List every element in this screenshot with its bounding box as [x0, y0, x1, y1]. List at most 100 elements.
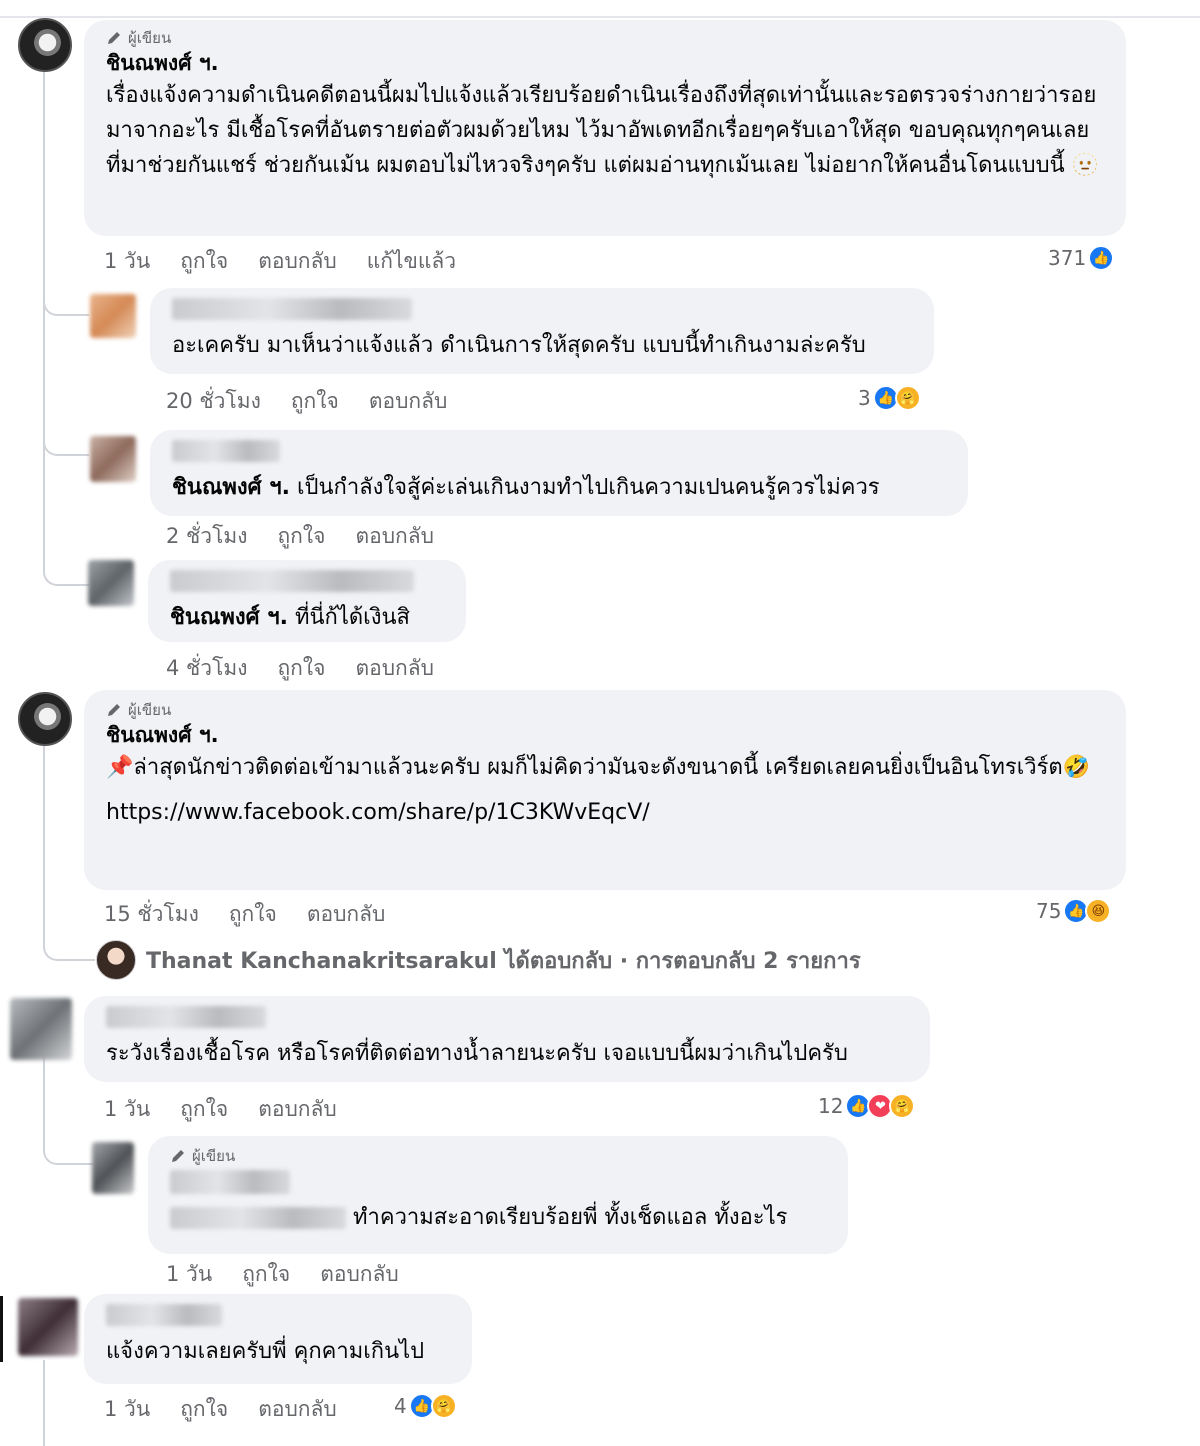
like-button[interactable]: ถูกใจ	[229, 898, 277, 931]
comment-text: เรื่องแจ้งความดำเนินคดีตอนนี้ผมไปแจ้งแล้…	[106, 83, 1100, 178]
thread-line	[43, 72, 45, 572]
user-avatar[interactable]	[88, 560, 134, 606]
like-button[interactable]: ถูกใจ	[180, 245, 228, 278]
blurred-username	[106, 1006, 908, 1036]
reply-button[interactable]: ตอบกลับ	[355, 652, 434, 685]
like-button[interactable]: ถูกใจ	[277, 520, 325, 553]
reaction-count: 12	[818, 1094, 844, 1118]
author-badge-label: ผู้เขียน	[192, 1147, 236, 1165]
thread-connector	[43, 935, 95, 961]
author-badge-label: ผู้เขียน	[128, 701, 172, 719]
like-reaction-icon: 👍	[1088, 245, 1115, 271]
blurred-username	[170, 1207, 346, 1229]
thread-line	[43, 1055, 45, 1135]
comment-actions: 1 วัน ถูกใจ ตอบกลับ แก้ไขแล้ว	[104, 245, 456, 278]
share-link[interactable]: https://www.facebook.com/share/p/1C3KWvE…	[106, 795, 1104, 830]
author-badge: ผู้เขียน	[170, 1146, 826, 1166]
edited-label[interactable]: แก้ไขแล้ว	[367, 245, 456, 278]
thread-line	[43, 1360, 45, 1446]
reply-button[interactable]: ตอบกลับ	[258, 245, 337, 278]
comment-bubble: ผู้เขียน ชินณพงศ์ ฯ. 📌ล่าสุดนักข่าวติดต่…	[84, 690, 1126, 890]
mention-link[interactable]: ชินณพงศ์ ฯ.	[172, 475, 290, 500]
comment-actions: 1 วัน ถูกใจ ตอบกลับ	[104, 1393, 337, 1426]
reaction-count: 371	[1048, 246, 1087, 270]
care-reaction-icon: 🤗	[889, 1093, 916, 1119]
left-edge-marker	[0, 1296, 3, 1362]
emoji-icon: 🤣	[1062, 755, 1091, 780]
comment-time[interactable]: 1 วัน	[104, 1393, 150, 1426]
reply-time[interactable]: 4 ชั่วโมง	[166, 652, 247, 685]
author-badge: ผู้เขียน	[106, 700, 1104, 720]
like-button[interactable]: ถูกใจ	[277, 652, 325, 685]
like-button[interactable]: ถูกใจ	[242, 1258, 290, 1291]
blurred-username	[170, 1170, 826, 1200]
replies-summary-text: Thanat Kanchanakritsarakul ได้ตอบกลับ · …	[146, 948, 861, 974]
reply-button[interactable]: ตอบกลับ	[307, 898, 386, 931]
reply-text: ชินณพงศ์ ฯ. ที่นี่ก้ได้เงินสิ	[170, 605, 410, 630]
mention-link[interactable]: ชินณพงศ์ ฯ.	[170, 605, 288, 630]
like-button[interactable]: ถูกใจ	[291, 385, 339, 418]
reply-bubble: ผู้เขียน ทำความสะอาดเรียบร้อยพี่ ทั้งเช็…	[148, 1136, 848, 1254]
reaction-count: 4	[394, 1394, 407, 1418]
user-avatar[interactable]	[90, 436, 136, 482]
comment-time[interactable]: 1 วัน	[104, 245, 150, 278]
comment-bubble: แจ้งความเลยครับพี่ คุกคามเกินไป	[84, 1294, 472, 1384]
comment-time[interactable]: 1 วัน	[104, 1093, 150, 1126]
reply-time[interactable]: 2 ชั่วโมง	[166, 520, 247, 553]
replier-avatar	[96, 940, 136, 980]
user-avatar[interactable]	[18, 1298, 78, 1356]
reply-button[interactable]: ตอบกลับ	[320, 1258, 399, 1291]
thread-line	[43, 745, 45, 935]
pen-icon	[108, 704, 120, 716]
pen-icon	[108, 32, 120, 44]
comment-text: 📌ล่าสุดนักข่าวติดต่อเข้ามาแล้วนะครับ ผมก…	[106, 755, 1091, 780]
reply-bubble: อะเคครับ มาเห็นว่าแจ้งแล้ว ดำเนินการให้ส…	[150, 288, 934, 374]
user-avatar[interactable]	[10, 998, 72, 1060]
top-divider	[0, 16, 1200, 18]
blurred-username	[106, 1304, 450, 1334]
care-reaction-icon: 🤗	[894, 385, 921, 411]
comment-actions: 15 ชั่วโมง ถูกใจ ตอบกลับ	[104, 898, 385, 931]
thread-connector	[43, 560, 89, 586]
reply-time[interactable]: 1 วัน	[166, 1258, 212, 1291]
reaction-count: 3	[858, 386, 871, 410]
reaction-summary[interactable]: 12 👍 ❤ 🤗	[818, 1093, 916, 1119]
reply-button[interactable]: ตอบกลับ	[369, 385, 448, 418]
reply-text: ชินณพงศ์ ฯ. เป็นกำลังใจสู้ค่ะเล่นเกินงาม…	[172, 475, 880, 500]
reaction-summary[interactable]: 75 👍 😆	[1036, 898, 1112, 924]
reply-button[interactable]: ตอบกลับ	[258, 1093, 337, 1126]
comment-author-name[interactable]: ชินณพงศ์ ฯ.	[106, 48, 1104, 78]
pen-icon	[172, 1150, 184, 1162]
reaction-summary[interactable]: 371 👍	[1048, 245, 1115, 271]
reply-button[interactable]: ตอบกลับ	[258, 1393, 337, 1426]
reply-actions: 1 วัน ถูกใจ ตอบกลับ	[166, 1258, 399, 1291]
reply-button[interactable]: ตอบกลับ	[355, 520, 434, 553]
care-reaction-icon: 🤗	[430, 1393, 457, 1419]
user-avatar[interactable]	[92, 1142, 134, 1194]
comment-time[interactable]: 15 ชั่วโมง	[104, 898, 199, 931]
reaction-summary[interactable]: 4 👍 🤗	[394, 1393, 457, 1419]
reaction-summary[interactable]: 3 👍 🤗	[858, 385, 921, 411]
author-badge-label: ผู้เขียน	[128, 29, 172, 47]
reply-text: อะเคครับ มาเห็นว่าแจ้งแล้ว ดำเนินการให้ส…	[172, 333, 866, 358]
view-replies-link[interactable]: Thanat Kanchanakritsarakul ได้ตอบกลับ · …	[96, 940, 861, 980]
like-button[interactable]: ถูกใจ	[180, 1093, 228, 1126]
reply-actions: 20 ชั่วโมง ถูกใจ ตอบกลับ	[166, 385, 447, 418]
like-button[interactable]: ถูกใจ	[180, 1393, 228, 1426]
thread-connector	[43, 290, 89, 316]
pushpin-icon: 📌	[106, 755, 134, 780]
reply-actions: 2 ชั่วโมง ถูกใจ ตอบกลับ	[166, 520, 434, 553]
author-avatar[interactable]	[18, 18, 72, 72]
reply-bubble: ชินณพงศ์ ฯ. เป็นกำลังใจสู้ค่ะเล่นเกินงาม…	[150, 430, 968, 516]
blurred-username	[172, 440, 946, 470]
comment-author-name[interactable]: ชินณพงศ์ ฯ.	[106, 720, 1104, 750]
reply-time[interactable]: 20 ชั่วโมง	[166, 385, 261, 418]
user-avatar[interactable]	[90, 294, 136, 338]
haha-reaction-icon: 😆	[1085, 898, 1112, 924]
reaction-count: 75	[1036, 899, 1062, 923]
reply-text: ทำความสะอาดเรียบร้อยพี่ ทั้งเช็ดแอล ทั้ง…	[170, 1200, 826, 1235]
author-avatar[interactable]	[18, 692, 72, 746]
comment-actions: 1 วัน ถูกใจ ตอบกลับ	[104, 1093, 337, 1126]
comment-text: แจ้งความเลยครับพี่ คุกคามเกินไป	[106, 1339, 425, 1364]
thread-connector	[43, 1135, 93, 1165]
